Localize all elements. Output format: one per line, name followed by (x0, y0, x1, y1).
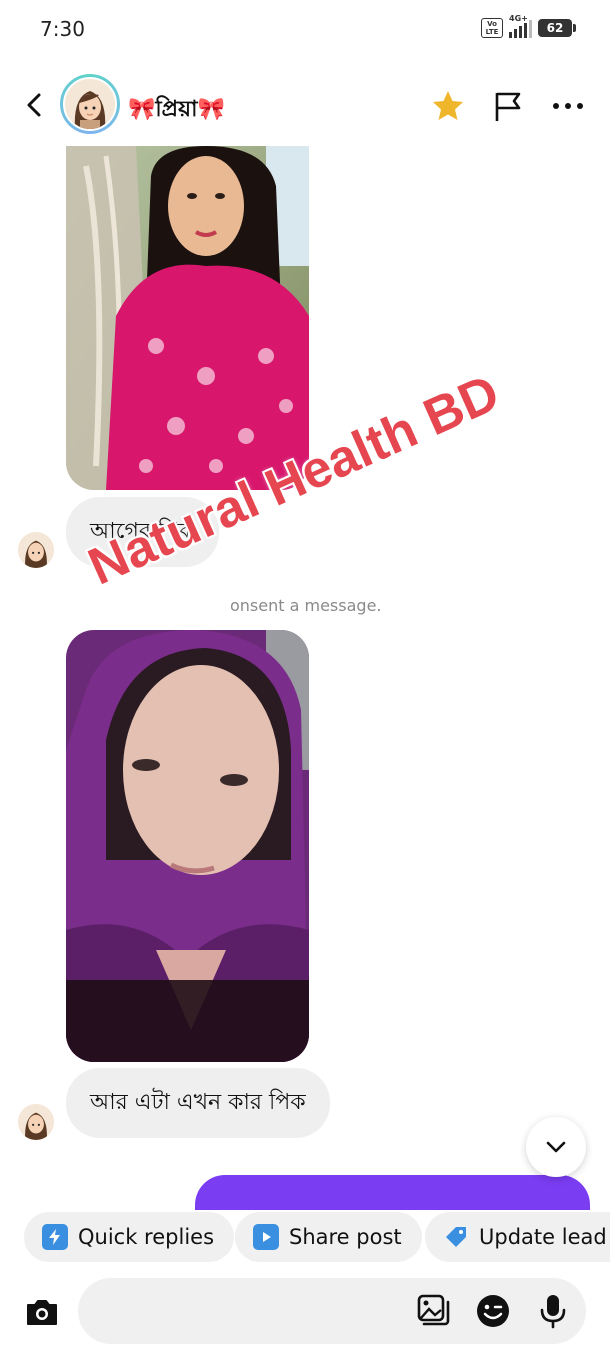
gallery-icon (417, 1294, 450, 1326)
status-bar: 7:30 Vo LTE 4G+ 62 (0, 0, 610, 60)
volte-icon: Vo LTE (481, 18, 503, 38)
contact-avatar[interactable] (60, 74, 120, 134)
chevron-down-icon (546, 1141, 566, 1153)
microphone-button[interactable] (534, 1292, 572, 1330)
play-icon (253, 1224, 279, 1250)
cartoon-girl-avatar (65, 79, 115, 129)
status-icons: Vo LTE 4G+ 62 (481, 14, 576, 38)
cartoon-girl-avatar (18, 1104, 54, 1140)
update-lead-chip[interactable]: Update lead s (425, 1212, 610, 1262)
contact-name[interactable]: 🎀প্রিয়া🎀 (128, 92, 225, 129)
more-options-button[interactable] (550, 88, 586, 124)
microphone-icon (540, 1295, 566, 1329)
flag-icon (495, 92, 521, 121)
share-post-chip[interactable]: Share post (235, 1212, 422, 1262)
quick-replies-chip[interactable]: Quick replies (24, 1212, 235, 1262)
photo-woman-purple-hood (66, 630, 309, 1062)
lightning-icon (42, 1224, 68, 1250)
chip-label: Update lead s (479, 1225, 610, 1249)
message-bubble[interactable]: আর এটা এখন কার পিক (66, 1068, 330, 1138)
chip-label: Share post (289, 1225, 402, 1249)
more-horizontal-icon (553, 103, 583, 109)
scroll-to-bottom-button[interactable] (526, 1117, 586, 1177)
network-type: 4G+ (509, 14, 528, 23)
star-icon (433, 91, 463, 120)
flag-button[interactable] (490, 88, 526, 124)
tag-icon (443, 1224, 469, 1250)
sender-avatar[interactable] (18, 532, 54, 568)
message-composer (0, 1278, 610, 1348)
chat-header: 🎀প্রিয়া🎀 (0, 70, 610, 142)
status-time: 7:30 (40, 17, 85, 41)
message-photo-1[interactable] (66, 146, 309, 490)
star-button[interactable] (430, 88, 466, 124)
sticker-icon (477, 1295, 509, 1327)
chip-label: Quick replies (78, 1225, 215, 1249)
message-photo-2[interactable] (66, 630, 309, 1062)
back-button[interactable] (20, 90, 50, 120)
signal-icon: 4G+ (509, 14, 532, 38)
message-input[interactable] (78, 1278, 586, 1344)
sender-avatar[interactable] (18, 1104, 54, 1140)
system-notice: onsent a message. (230, 596, 382, 615)
chevron-left-icon (27, 93, 41, 117)
sticker-button[interactable] (474, 1292, 512, 1330)
quick-actions-bar: Quick replies Share post Update lead s (0, 1210, 610, 1270)
photo-woman-pink-dress (66, 146, 309, 490)
camera-button[interactable] (22, 1292, 62, 1332)
cartoon-girl-avatar (18, 532, 54, 568)
sent-message-bubble[interactable] (195, 1175, 590, 1215)
battery-icon: 62 (538, 19, 576, 37)
camera-icon (27, 1300, 57, 1325)
gallery-button[interactable] (414, 1292, 452, 1330)
